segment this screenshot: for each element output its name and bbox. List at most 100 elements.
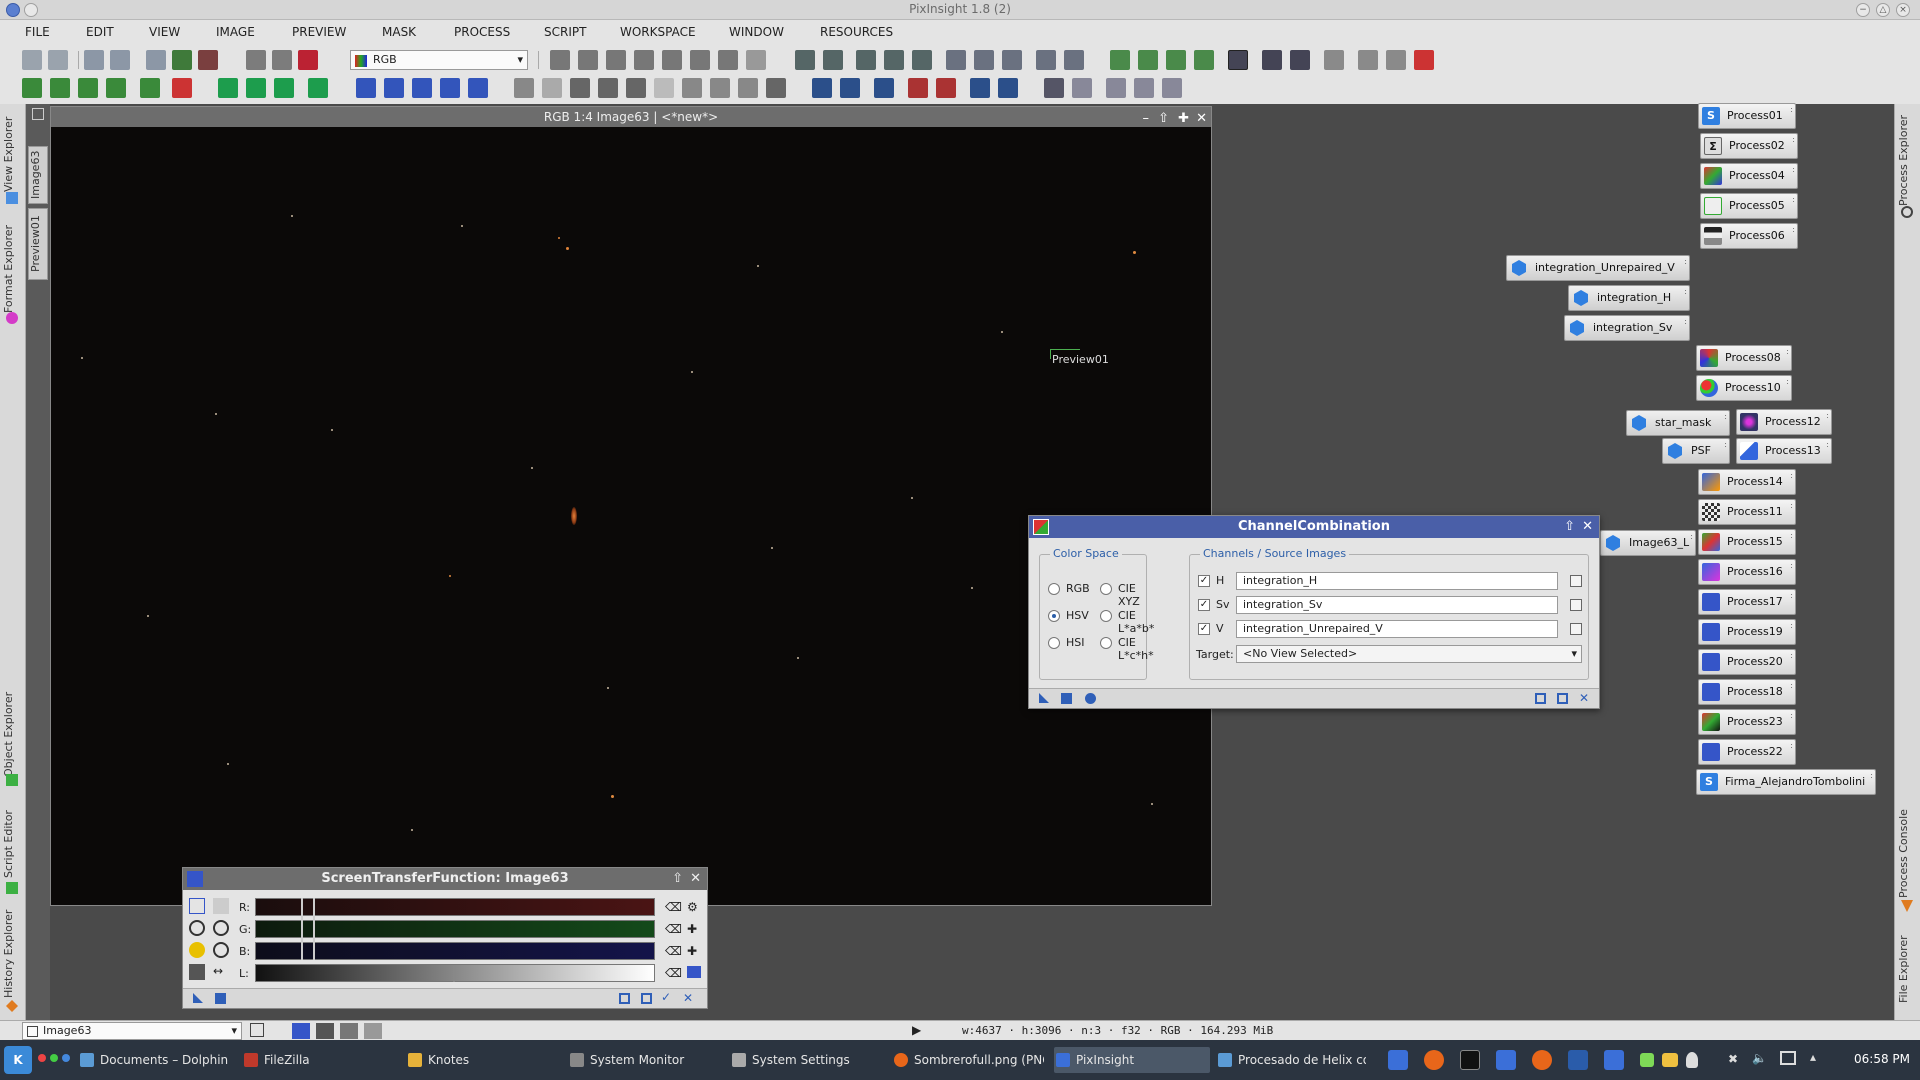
image-icon-psf[interactable]: PSF: (1662, 438, 1730, 464)
stf-l-midtone-marker[interactable] (453, 966, 455, 982)
fit-window-icon[interactable] (606, 50, 626, 70)
view-mode-icon[interactable] (250, 1023, 264, 1037)
menu-script[interactable]: SCRIPT (544, 25, 586, 39)
extract-channel-icon[interactable] (172, 50, 192, 70)
resample-icon[interactable] (974, 50, 994, 70)
task-system-monitor[interactable]: System Monitor (568, 1047, 728, 1073)
window-close-icon[interactable] (1414, 50, 1434, 70)
drag-handle-icon[interactable]: : (1786, 378, 1789, 386)
monitor-icon[interactable] (687, 966, 701, 978)
redo-icon[interactable] (48, 50, 68, 70)
menu-window[interactable]: WINDOW (729, 25, 784, 39)
menu-view[interactable]: VIEW (149, 25, 180, 39)
task-firefox-sombrero[interactable]: Sombrerofull.png (PNG (892, 1047, 1044, 1073)
shade-icon[interactable]: ⇧ (1564, 516, 1575, 538)
zoom-fit-icon[interactable] (884, 50, 904, 70)
tab-object-explorer[interactable]: Object Explorer (2, 684, 24, 784)
reset-l-icon[interactable]: ⌫ (665, 966, 682, 980)
process-icon-process15[interactable]: Process15: (1698, 529, 1796, 555)
drag-handle-icon[interactable]: : (1870, 772, 1873, 780)
drag-handle-icon[interactable]: : (1786, 348, 1789, 356)
zoom-optimal-icon[interactable] (912, 50, 932, 70)
select-view-icon[interactable] (1570, 599, 1582, 611)
tab-process-explorer[interactable]: Process Explorer (1897, 110, 1919, 210)
settings-icon[interactable]: ⚙ (687, 900, 698, 914)
process-icon-process19[interactable]: Process19: (1698, 619, 1796, 645)
stf-r-slider[interactable] (255, 898, 655, 916)
process-icon-2[interactable] (1138, 50, 1158, 70)
history-icon[interactable] (1290, 50, 1310, 70)
readout-icon[interactable] (662, 50, 682, 70)
crop-icon[interactable] (946, 50, 966, 70)
preview-new-icon[interactable] (22, 78, 42, 98)
process-icon-process16[interactable]: Process16: (1698, 559, 1796, 585)
apply-global-icon[interactable] (1085, 693, 1096, 704)
channel-h-field[interactable]: integration_H (1236, 572, 1558, 590)
activity-icon[interactable] (62, 1054, 70, 1062)
select-view-icon[interactable] (1570, 623, 1582, 635)
drag-handle-icon[interactable]: : (1790, 562, 1793, 570)
channel-combination-header[interactable]: ChannelCombination ⇧ ✕ (1029, 516, 1599, 538)
preview-mode-icon[interactable] (690, 50, 710, 70)
horizontal-arrows-icon[interactable]: ↔ (213, 964, 229, 980)
checkbox-h[interactable]: ✓ (1198, 575, 1210, 587)
minimize-icon[interactable]: – (1143, 109, 1150, 129)
tab-preview01[interactable]: Preview01 (28, 208, 48, 280)
channel-sv-field[interactable]: integration_Sv (1236, 596, 1558, 614)
drag-handle-icon[interactable]: : (1790, 592, 1793, 600)
new-image-icon[interactable] (84, 50, 104, 70)
mask-icon[interactable] (246, 50, 266, 70)
drag-handle-icon[interactable]: : (1826, 441, 1829, 449)
drag-handle-icon[interactable]: : (1690, 533, 1693, 541)
reset-b-icon[interactable]: ⌫ (665, 944, 682, 958)
split-view-icon[interactable] (1044, 78, 1064, 98)
browse-doc-icon[interactable] (619, 993, 630, 1004)
tab-image63[interactable]: Image63 (28, 146, 48, 204)
drag-handle-icon[interactable]: : (1790, 712, 1793, 720)
preview-store-icon[interactable] (106, 78, 126, 98)
channel-l-icon[interactable] (654, 78, 674, 98)
menu-edit[interactable]: EDIT (86, 25, 114, 39)
menu-workspace[interactable]: WORKSPACE (620, 25, 696, 39)
mask-enable-icon[interactable] (274, 78, 294, 98)
process-icon-process02[interactable]: Σ Process02: (1700, 133, 1798, 159)
drag-handle-icon[interactable]: : (1790, 532, 1793, 540)
lightbulb-icon[interactable] (1686, 1052, 1698, 1068)
task-dolphin[interactable]: Documents – Dolphin (78, 1047, 238, 1073)
rotate-right-icon[interactable] (384, 78, 404, 98)
stf-display-icon[interactable] (812, 78, 832, 98)
preview-grid-icon[interactable] (50, 78, 70, 98)
shade-icon[interactable]: ⇧ (1158, 109, 1169, 129)
zoom-pan-icon[interactable] (550, 50, 570, 70)
mirror-v-icon[interactable] (468, 78, 488, 98)
drag-handle-icon[interactable]: : (1724, 413, 1727, 421)
stf-midtone-marker[interactable] (313, 898, 315, 960)
rotate-icon[interactable] (1002, 50, 1022, 70)
drag-handle-icon[interactable]: : (1684, 318, 1687, 326)
notes-tray-icon[interactable] (1640, 1053, 1654, 1067)
reset-icon[interactable]: ✕ (683, 991, 693, 1005)
display-blue-icon[interactable] (364, 1023, 382, 1039)
tab-view-explorer[interactable]: View Explorer (2, 114, 24, 194)
window-icon-2[interactable] (1358, 50, 1378, 70)
process-icon-process06[interactable]: Process06: (1700, 223, 1798, 249)
track-view-icon[interactable] (641, 993, 652, 1004)
window-icon-3[interactable] (1386, 50, 1406, 70)
link-channels-icon[interactable] (189, 898, 205, 914)
channel-r-icon[interactable] (570, 78, 590, 98)
zoom-in-icon[interactable] (213, 920, 229, 936)
drag-handle-icon[interactable]: : (1684, 288, 1687, 296)
stf-header[interactable]: ScreenTransferFunction: Image63 ⇧ ✕ (183, 868, 707, 890)
process-icon-process23[interactable]: Process23: (1698, 709, 1796, 735)
radio-cie-lch[interactable] (1100, 637, 1112, 649)
display-rgb-icon[interactable] (292, 1023, 310, 1039)
mask-remove-icon[interactable] (298, 50, 318, 70)
mask-new-icon[interactable] (218, 78, 238, 98)
stf-auto-icon[interactable] (840, 78, 860, 98)
track-view-icon[interactable] (1557, 693, 1568, 704)
process-icon-process11[interactable]: Process11: (1698, 499, 1796, 525)
duplicate-icon[interactable] (146, 50, 166, 70)
drag-handle-icon[interactable]: : (1790, 742, 1793, 750)
process-icon-process20[interactable]: Process20: (1698, 649, 1796, 675)
menu-mask[interactable]: MASK (382, 25, 416, 39)
